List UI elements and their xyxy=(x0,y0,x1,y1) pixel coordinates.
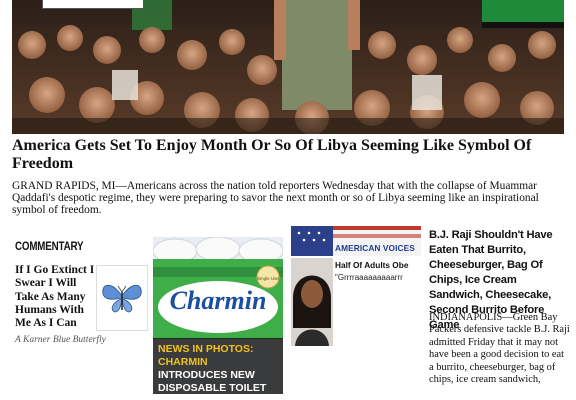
crowd-photo xyxy=(12,0,564,134)
news-in-photos-feature[interactable]: Charmin Disposable Single Use NEWS IN PH… xyxy=(153,237,283,394)
commentary-title-link[interactable]: If I Go Extinct I Swear I Will Take As M… xyxy=(15,264,95,330)
main-story-lede: GRAND RAPIDS, MI—Americans across the na… xyxy=(12,180,539,216)
photo-kicker-tail: CHARMIN xyxy=(158,356,208,368)
respondent-photo xyxy=(291,258,333,346)
hero-photo[interactable] xyxy=(12,0,564,134)
butterfly-icon xyxy=(102,284,142,313)
american-voices-label: AMERICAN VOICES xyxy=(335,243,415,253)
photo-caption[interactable]: NEWS IN PHOTOS: CHARMIN INTRODUCES NEW D… xyxy=(153,338,283,394)
main-headline-link[interactable]: America Gets Set To Enjoy Month Or So Of… xyxy=(12,137,564,173)
side-story-body: INDIANAPOLIS—Green Bay Packers defensive… xyxy=(429,312,570,386)
disposable-variant-text: Disposable xyxy=(191,317,251,332)
american-voices-question: Half Of Adults Obe xyxy=(335,260,409,270)
photo-kicker: NEWS IN PHOTOS: xyxy=(158,343,254,355)
charmin-brand-text: Charmin xyxy=(170,286,267,315)
commentary-section-label[interactable]: COMMENTARY xyxy=(15,241,84,253)
american-voices-quote: "Grrrraaaaaaaaarrr xyxy=(335,273,403,282)
american-voices-module[interactable]: AMERICAN VOICES Half Of Adults Obe "Grrr… xyxy=(291,226,421,346)
commentary-byline: A Karner Blue Butterfly xyxy=(15,335,106,345)
pack-badge-text: Single Use xyxy=(257,276,279,281)
photo-caption-text: INTRODUCES NEW DISPOSABLE TOILET PAPER xyxy=(158,369,267,394)
commentary-thumbnail[interactable] xyxy=(96,265,148,331)
hero-overlay-box xyxy=(42,0,144,9)
